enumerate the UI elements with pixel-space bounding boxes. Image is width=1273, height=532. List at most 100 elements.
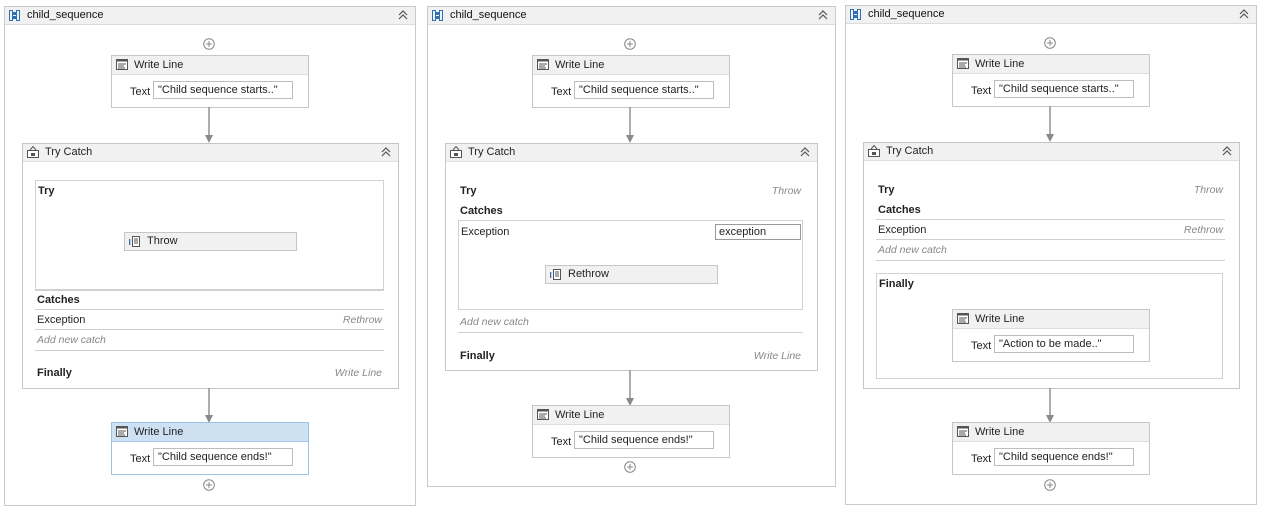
sequence-title: child_sequence <box>868 8 945 20</box>
sequence-header[interactable]: child_sequence <box>428 7 835 25</box>
try-catch-icon <box>27 146 39 158</box>
text-input[interactable]: "Child sequence starts.." <box>574 81 714 99</box>
add-activity-icon[interactable] <box>624 461 636 473</box>
write-line-icon <box>537 409 549 420</box>
divider <box>35 290 384 291</box>
add-activity-icon[interactable] <box>203 38 215 50</box>
try-block[interactable]: Try Throw <box>35 180 384 290</box>
add-activity-icon[interactable] <box>203 479 215 491</box>
sequence-panel-2[interactable]: child_sequence Write Line Text "Child se… <box>427 6 836 487</box>
text-label: Text <box>971 453 992 465</box>
write-line-title: Write Line <box>975 313 1025 325</box>
finally-action[interactable]: Write Line <box>335 367 382 379</box>
sequence-panel-1[interactable]: child_sequence Write Line Text "Child se… <box>4 6 416 506</box>
throw-icon <box>129 236 140 247</box>
text-input[interactable]: "Child sequence ends!" <box>574 431 714 449</box>
text-input[interactable]: "Child sequence ends!" <box>153 448 293 466</box>
rethrow-activity[interactable]: Rethrow <box>545 265 718 284</box>
exception-label[interactable]: Exception <box>878 224 926 236</box>
write-line-title: Write Line <box>975 58 1025 70</box>
write-line-finally[interactable]: Write Line Text "Action to be made.." <box>952 309 1150 362</box>
finally-label: Finally <box>37 367 72 379</box>
sequence-title: child_sequence <box>27 9 104 21</box>
write-line-start[interactable]: Write Line Text "Child sequence starts..… <box>111 55 309 108</box>
try-catch-header[interactable]: Try Catch <box>23 144 398 162</box>
write-line-start[interactable]: Write Line Text "Child sequence starts..… <box>952 54 1150 107</box>
divider <box>876 219 1225 220</box>
try-catch-activity[interactable]: Try Catch Try Throw Catches Exception ex… <box>445 143 818 371</box>
write-line-header[interactable]: Write Line <box>953 423 1149 442</box>
catches-label: Catches <box>460 205 503 217</box>
text-label: Text <box>971 85 992 97</box>
write-line-icon <box>957 426 969 437</box>
write-line-header[interactable]: Write Line <box>533 406 729 425</box>
collapse-chevron-icon[interactable] <box>1238 7 1250 21</box>
add-new-catch-link[interactable]: Add new catch <box>878 244 947 256</box>
collapse-chevron-icon[interactable] <box>397 8 409 22</box>
rethrow-icon <box>550 269 561 280</box>
catch-block[interactable]: Exception exception Rethrow <box>458 220 803 310</box>
add-activity-icon[interactable] <box>624 38 636 50</box>
text-label: Text <box>130 86 151 98</box>
write-line-header[interactable]: Write Line <box>533 56 729 75</box>
write-line-end[interactable]: Write Line Text "Child sequence ends!" <box>111 422 309 475</box>
try-catch-header[interactable]: Try Catch <box>446 144 817 162</box>
write-line-icon <box>116 426 128 437</box>
collapse-chevron-icon[interactable] <box>799 145 811 159</box>
sequence-icon <box>9 10 20 21</box>
divider <box>876 239 1225 240</box>
write-line-icon <box>537 59 549 70</box>
write-line-title: Write Line <box>134 426 184 438</box>
try-catch-header[interactable]: Try Catch <box>864 143 1239 161</box>
text-input[interactable]: "Child sequence starts.." <box>994 80 1134 98</box>
write-line-header[interactable]: Write Line <box>112 423 308 442</box>
exception-variable-input[interactable]: exception <box>715 224 801 240</box>
write-line-icon <box>957 313 969 324</box>
divider <box>35 350 384 351</box>
catches-label: Catches <box>878 204 921 216</box>
finally-action[interactable]: Write Line <box>754 350 801 362</box>
divider <box>35 309 384 310</box>
write-line-icon <box>957 58 969 69</box>
text-input[interactable]: "Child sequence ends!" <box>994 448 1134 466</box>
throw-activity[interactable]: Throw <box>124 232 297 251</box>
finally-label: Finally <box>460 350 495 362</box>
add-activity-icon[interactable] <box>1044 479 1056 491</box>
sequence-header[interactable]: child_sequence <box>5 7 415 25</box>
write-line-header[interactable]: Write Line <box>953 310 1149 329</box>
sequence-title: child_sequence <box>450 9 527 21</box>
exception-action[interactable]: Rethrow <box>343 314 382 326</box>
text-input[interactable]: "Child sequence starts.." <box>153 81 293 99</box>
try-catch-title: Try Catch <box>468 146 516 158</box>
write-line-header[interactable]: Write Line <box>112 56 308 75</box>
collapse-chevron-icon[interactable] <box>817 8 829 22</box>
exception-action[interactable]: Rethrow <box>1184 224 1223 236</box>
write-line-title: Write Line <box>975 426 1025 438</box>
try-catch-activity[interactable]: Try Catch Try Throw Catches Exception Re… <box>863 142 1240 389</box>
finally-block[interactable]: Finally Write Line Text "Action to be ma… <box>876 273 1223 379</box>
exception-label[interactable]: Exception <box>37 314 85 326</box>
write-line-end[interactable]: Write Line Text "Child sequence ends!" <box>532 405 730 458</box>
flow-arrow <box>626 107 634 143</box>
sequence-header[interactable]: child_sequence <box>846 6 1256 24</box>
text-label: Text <box>551 436 572 448</box>
try-action[interactable]: Throw <box>772 185 801 197</box>
write-line-header[interactable]: Write Line <box>953 55 1149 74</box>
catches-label: Catches <box>37 294 80 306</box>
flow-arrow <box>205 107 213 143</box>
flow-arrow <box>1046 388 1054 423</box>
write-line-title: Write Line <box>134 59 184 71</box>
try-action[interactable]: Throw <box>1194 184 1223 196</box>
add-activity-icon[interactable] <box>1044 37 1056 49</box>
text-input[interactable]: "Action to be made.." <box>994 335 1134 353</box>
exception-label: Exception <box>461 226 510 238</box>
write-line-end[interactable]: Write Line Text "Child sequence ends!" <box>952 422 1150 475</box>
add-new-catch-link[interactable]: Add new catch <box>37 334 106 346</box>
try-catch-activity[interactable]: Try Catch Try Throw Catches Exception Re… <box>22 143 399 389</box>
sequence-panel-3[interactable]: child_sequence Write Line Text "Child se… <box>845 5 1257 505</box>
collapse-chevron-icon[interactable] <box>380 145 392 159</box>
add-new-catch-link[interactable]: Add new catch <box>460 316 529 328</box>
collapse-chevron-icon[interactable] <box>1221 144 1233 158</box>
text-label: Text <box>130 453 151 465</box>
write-line-start[interactable]: Write Line Text "Child sequence starts..… <box>532 55 730 108</box>
